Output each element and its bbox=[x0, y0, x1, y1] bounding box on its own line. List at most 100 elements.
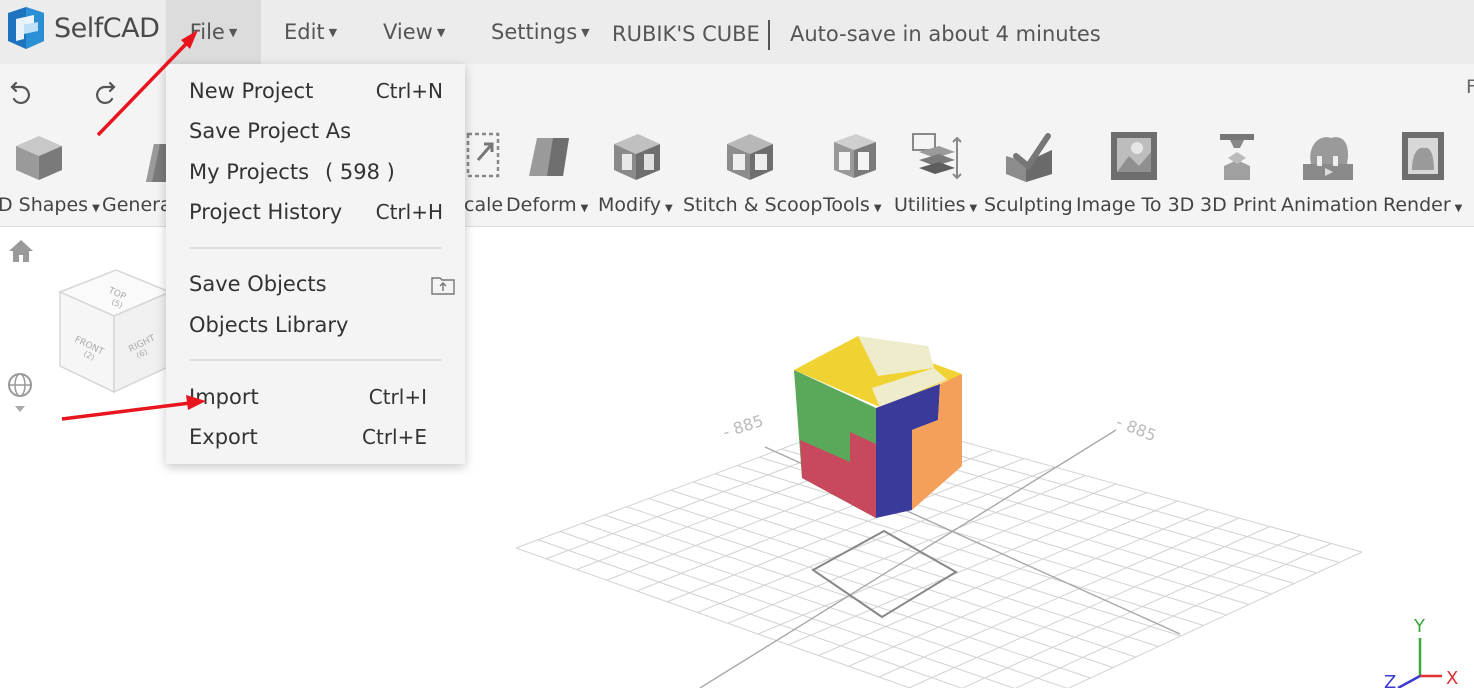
menu-item-label: New Project bbox=[189, 79, 314, 103]
menu-item-label: Project History bbox=[189, 200, 343, 224]
grid-line bbox=[714, 473, 1204, 626]
sculpting-icon bbox=[1006, 133, 1052, 182]
tool-label: 3D Print bbox=[1200, 194, 1277, 216]
settings-menu-label: Settings bbox=[491, 20, 578, 44]
menu-item-label: Import bbox=[189, 385, 259, 409]
project-count: ( 598 ) bbox=[325, 160, 395, 184]
menu-item-label: My Projects bbox=[189, 160, 310, 184]
undo-icon[interactable] bbox=[8, 77, 36, 105]
shortcut-label: Ctrl+H bbox=[375, 200, 443, 224]
settings-menu[interactable]: Settings ▼ bbox=[491, 0, 590, 64]
tool-label: Stitch & Scoop bbox=[683, 194, 823, 216]
menu-item-label: Export bbox=[189, 425, 258, 449]
upload-folder-icon bbox=[431, 277, 455, 295]
deform-icon bbox=[529, 138, 569, 176]
tool-label: Tools ▼ bbox=[823, 194, 882, 216]
tool-image-to-3d[interactable]: Image To 3D bbox=[1075, 118, 1197, 226]
animation-icon bbox=[1303, 137, 1353, 180]
shortcut-label: Ctrl+I bbox=[368, 385, 427, 409]
menu-item-project-history[interactable]: Project History Ctrl+H bbox=[189, 197, 443, 227]
tool-label: Modify ▼ bbox=[598, 194, 673, 216]
grid-line bbox=[848, 509, 1209, 667]
tool-render[interactable]: Render ▼ bbox=[1382, 118, 1474, 226]
view-menu-label: View bbox=[383, 20, 433, 44]
shortcut-label: Ctrl+E bbox=[362, 425, 427, 449]
tool-label: Genera bbox=[102, 194, 172, 216]
chevron-down-icon: ▼ bbox=[328, 25, 338, 39]
grid-line bbox=[515, 547, 912, 688]
axis-gizmo: Y X Z bbox=[1384, 616, 1458, 688]
tool-3d-print[interactable]: 3D Print bbox=[1198, 118, 1278, 226]
grid-line bbox=[1014, 543, 1332, 688]
grid-line bbox=[560, 531, 1015, 688]
axis-y-label: Y bbox=[1413, 616, 1426, 637]
chevron-down-icon: ▼ bbox=[581, 25, 590, 39]
menu-item-import[interactable]: Import Ctrl+I bbox=[189, 382, 443, 412]
redo-icon[interactable] bbox=[90, 77, 118, 105]
menu-item-label: Objects Library bbox=[189, 313, 349, 337]
tool-deform[interactable]: Deform ▼ bbox=[503, 118, 595, 226]
tool-label: Sculpting bbox=[984, 194, 1073, 216]
tool-utilities[interactable]: Utilities ▼ bbox=[893, 118, 981, 226]
tool-label: Animation bbox=[1281, 194, 1378, 216]
modify-icon bbox=[614, 134, 660, 180]
menu-divider bbox=[189, 247, 442, 249]
menu-item-save-objects[interactable]: Save Objects bbox=[189, 269, 455, 299]
tool-label: Render ▼ bbox=[1383, 194, 1463, 216]
axis-z-label: Z bbox=[1384, 672, 1396, 688]
grid-line bbox=[818, 500, 1178, 656]
tool-animation[interactable]: Animation bbox=[1279, 118, 1381, 226]
autosave-status: Auto-save in about 4 minutes bbox=[790, 22, 1101, 46]
tools-icon bbox=[834, 134, 876, 178]
file-menu[interactable]: File ▼ bbox=[166, 0, 261, 64]
file-dropdown-menu: New Project Ctrl+N Save Project As My Pr… bbox=[166, 64, 465, 464]
logo-text: SelfCAD bbox=[54, 12, 160, 44]
scale-icon bbox=[466, 132, 500, 178]
tool-tools[interactable]: Tools ▼ bbox=[822, 118, 892, 226]
menu-item-export[interactable]: Export Ctrl+E bbox=[189, 422, 443, 452]
cube-icon bbox=[16, 136, 62, 180]
chevron-down-icon: ▼ bbox=[228, 25, 238, 39]
menu-item-objects-library[interactable]: Objects Library bbox=[189, 310, 443, 340]
tool-3d-shapes[interactable]: D Shapes ▼ bbox=[0, 118, 100, 226]
selfcad-logo[interactable]: SelfCAD bbox=[4, 4, 160, 52]
stitch-scoop-icon bbox=[727, 134, 773, 180]
grid-line bbox=[1067, 551, 1363, 688]
3d-print-icon bbox=[1220, 134, 1254, 180]
tool-label: Utilities ▼ bbox=[894, 194, 978, 216]
menu-item-save-project-as[interactable]: Save Project As bbox=[189, 116, 443, 146]
selfcad-logo-icon bbox=[8, 7, 44, 49]
axis-x-label: X bbox=[1446, 668, 1458, 688]
tool-generators[interactable]: Genera bbox=[100, 118, 172, 226]
grid-label-left: - 885 bbox=[720, 411, 765, 442]
menu-item-label: Save Project As bbox=[189, 119, 352, 143]
view-menu[interactable]: View ▼ bbox=[383, 0, 445, 64]
tool-sculpting[interactable]: Sculpting bbox=[982, 118, 1074, 226]
menu-divider bbox=[189, 359, 442, 361]
tool-stitch-scoop[interactable]: Stitch & Scoop bbox=[681, 118, 823, 226]
edit-menu-label: Edit bbox=[284, 20, 325, 44]
tool-modify[interactable]: Modify ▼ bbox=[596, 118, 680, 226]
tool-label: cale bbox=[464, 194, 504, 216]
menu-item-my-projects[interactable]: My Projects ( 598 ) bbox=[189, 157, 443, 187]
tool-label: D Shapes ▼ bbox=[0, 194, 100, 216]
grid-line bbox=[737, 465, 1227, 616]
menu-item-new-project[interactable]: New Project Ctrl+N bbox=[189, 76, 443, 106]
file-menu-label: File bbox=[189, 20, 225, 44]
title-divider bbox=[768, 20, 770, 50]
tool-label: Deform ▼ bbox=[506, 194, 589, 216]
render-icon bbox=[1402, 132, 1444, 180]
menu-item-label: Save Objects bbox=[189, 272, 327, 296]
grid-line bbox=[788, 492, 1147, 646]
edit-menu[interactable]: Edit ▼ bbox=[284, 0, 337, 64]
utilities-icon bbox=[912, 133, 962, 180]
grid-label-right: - 885 bbox=[1114, 412, 1160, 445]
project-name[interactable]: RUBIK'S CUBE bbox=[612, 22, 760, 46]
menu-bar: SelfCAD File ▼ Edit ▼ View ▼ Settings ▼ RUBI… bbox=[0, 0, 1474, 64]
grid-line bbox=[757, 483, 1117, 635]
chevron-down-icon: ▼ bbox=[436, 25, 446, 39]
shortcut-label: Ctrl+N bbox=[375, 79, 443, 103]
tool-label: Image To 3D bbox=[1076, 194, 1195, 216]
undobar-right-text: F bbox=[1466, 76, 1474, 98]
image-to-3d-icon bbox=[1111, 132, 1157, 180]
